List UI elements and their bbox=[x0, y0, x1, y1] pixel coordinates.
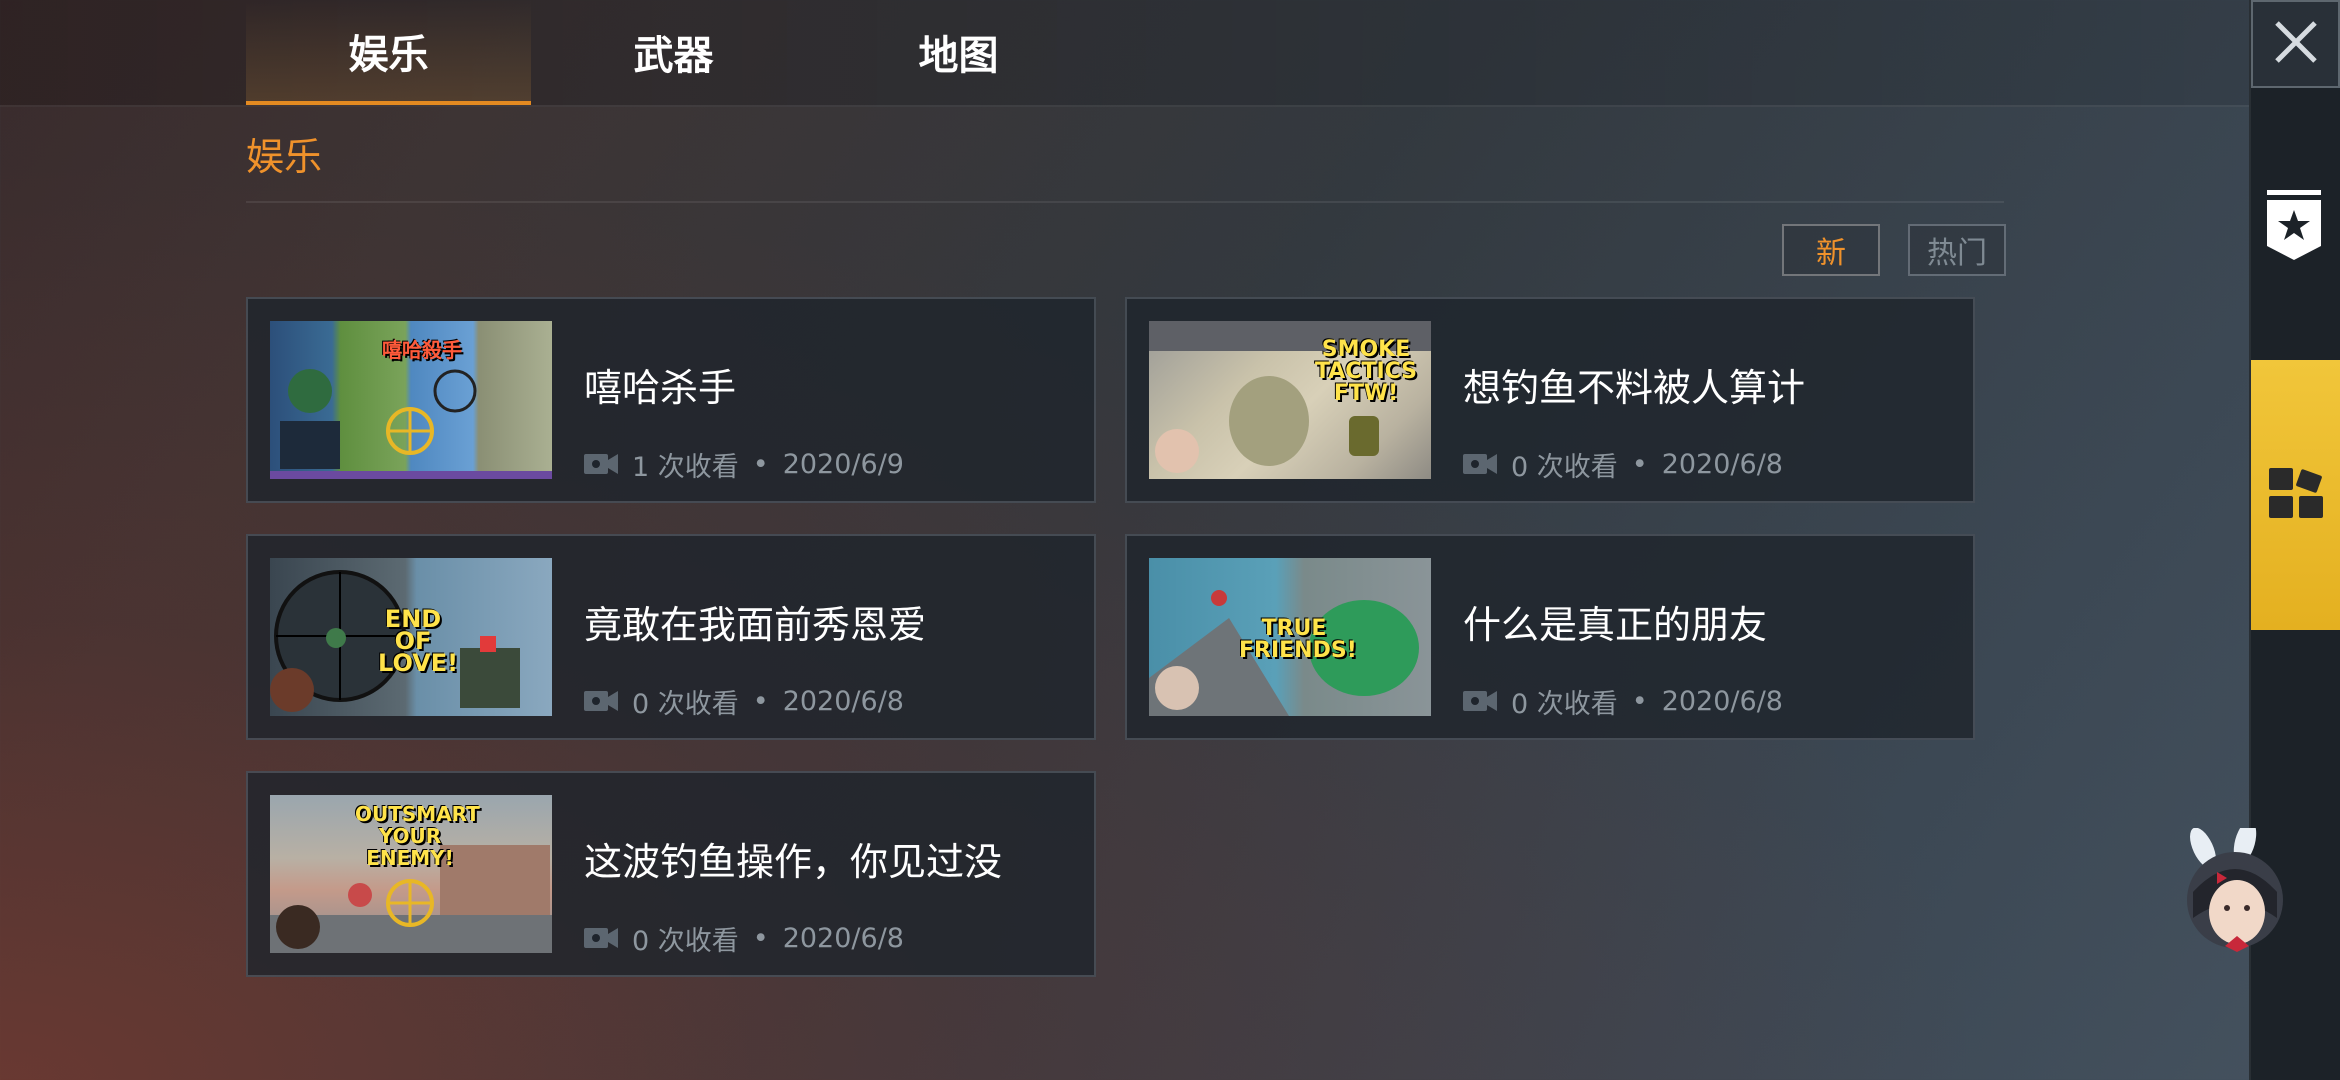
upload-date: 2020/6/8 bbox=[1661, 685, 1783, 717]
meta-separator: • bbox=[1631, 685, 1648, 717]
view-count: 0 次收看 bbox=[632, 925, 739, 957]
tab-label: 地图 bbox=[918, 32, 999, 79]
video-camera-icon bbox=[584, 926, 618, 950]
view-count: 1 次收看 bbox=[632, 451, 739, 483]
apps-panel-tab[interactable] bbox=[2251, 360, 2340, 630]
video-camera-icon bbox=[584, 452, 618, 476]
video-camera-icon bbox=[584, 689, 618, 713]
video-camera-icon bbox=[1463, 452, 1497, 476]
section-divider bbox=[246, 201, 2004, 203]
upload-date: 2020/6/8 bbox=[1661, 448, 1783, 480]
video-meta: 0 次收看 • 2020/6/8 bbox=[1463, 447, 1783, 483]
video-title: 竟敢在我面前秀恩爱 bbox=[584, 603, 927, 647]
video-thumbnail: OUTSMART YOUR ENEMY! bbox=[270, 795, 552, 953]
video-card[interactable]: END OF LOVE! 竟敢在我面前秀恩爱 0 次收看 • 2020/6/8 bbox=[246, 534, 1096, 740]
video-camera-icon bbox=[1463, 689, 1497, 713]
upload-date: 2020/6/9 bbox=[782, 448, 904, 480]
assistant-avatar[interactable] bbox=[2165, 820, 2295, 958]
video-meta: 1 次收看 • 2020/6/9 bbox=[584, 447, 904, 483]
video-title: 这波钓鱼操作，你见过没 bbox=[584, 840, 1003, 884]
upload-date: 2020/6/8 bbox=[782, 685, 904, 717]
video-thumbnail: 嘻哈殺手 bbox=[270, 321, 552, 479]
video-card[interactable]: SMOKE TACTICS FTW! 想钓鱼不料被人算计 0 次收看 • 202… bbox=[1125, 297, 1975, 503]
view-count: 0 次收看 bbox=[1511, 688, 1618, 720]
video-thumbnail: END OF LOVE! bbox=[270, 558, 552, 716]
view-count: 0 次收看 bbox=[1511, 451, 1618, 483]
video-thumbnail: SMOKE TACTICS FTW! bbox=[1149, 321, 1431, 479]
tab-entertainment[interactable]: 娱乐 bbox=[246, 0, 531, 105]
favorites-button[interactable] bbox=[2265, 190, 2323, 262]
view-count: 0 次收看 bbox=[632, 688, 739, 720]
thumbnail-caption: 嘻哈殺手 bbox=[382, 338, 462, 362]
video-meta: 0 次收看 • 2020/6/8 bbox=[1463, 684, 1783, 720]
thumbnail-caption: TRUE FRIENDS! bbox=[1239, 616, 1357, 663]
video-card[interactable]: 嘻哈殺手 嘻哈杀手 1 次收看 • 2020/6/9 bbox=[246, 297, 1096, 503]
meta-separator: • bbox=[1631, 448, 1648, 480]
close-icon bbox=[2271, 17, 2321, 71]
apps-grid-icon bbox=[2267, 466, 2325, 524]
meta-separator: • bbox=[752, 448, 769, 480]
tab-label: 武器 bbox=[633, 32, 714, 79]
close-button[interactable] bbox=[2251, 0, 2340, 88]
video-meta: 0 次收看 • 2020/6/8 bbox=[584, 684, 904, 720]
upload-date: 2020/6/8 bbox=[782, 922, 904, 954]
video-title: 什么是真正的朋友 bbox=[1463, 603, 1768, 647]
meta-separator: • bbox=[752, 922, 769, 954]
star-bookmark-icon bbox=[2265, 190, 2323, 266]
thumbnail-caption: OUTSMART YOUR ENEMY! bbox=[355, 802, 480, 870]
top-tab-bar: 娱乐 武器 地图 bbox=[0, 0, 2249, 107]
video-card[interactable]: TRUE FRIENDS! 什么是真正的朋友 0 次收看 • 2020/6/8 bbox=[1125, 534, 1975, 740]
sort-new-button[interactable]: 新 bbox=[1782, 224, 1880, 276]
video-card[interactable]: OUTSMART YOUR ENEMY! 这波钓鱼操作，你见过没 0 次收看 •… bbox=[246, 771, 1096, 977]
thumbnail-caption: SMOKE TACTICS FTW! bbox=[1314, 337, 1418, 406]
tab-weapons[interactable]: 武器 bbox=[531, 0, 816, 103]
tab-label: 娱乐 bbox=[348, 31, 429, 78]
video-thumbnail: TRUE FRIENDS! bbox=[1149, 558, 1431, 716]
video-title: 想钓鱼不料被人算计 bbox=[1463, 366, 1806, 410]
meta-separator: • bbox=[752, 685, 769, 717]
section-title: 娱乐 bbox=[246, 135, 323, 179]
video-title: 嘻哈杀手 bbox=[584, 366, 737, 410]
sort-hot-button[interactable]: 热门 bbox=[1908, 224, 2006, 276]
video-meta: 0 次收看 • 2020/6/8 bbox=[584, 921, 904, 957]
thumbnail-caption: END OF LOVE! bbox=[378, 605, 459, 677]
tab-maps[interactable]: 地图 bbox=[816, 0, 1101, 103]
